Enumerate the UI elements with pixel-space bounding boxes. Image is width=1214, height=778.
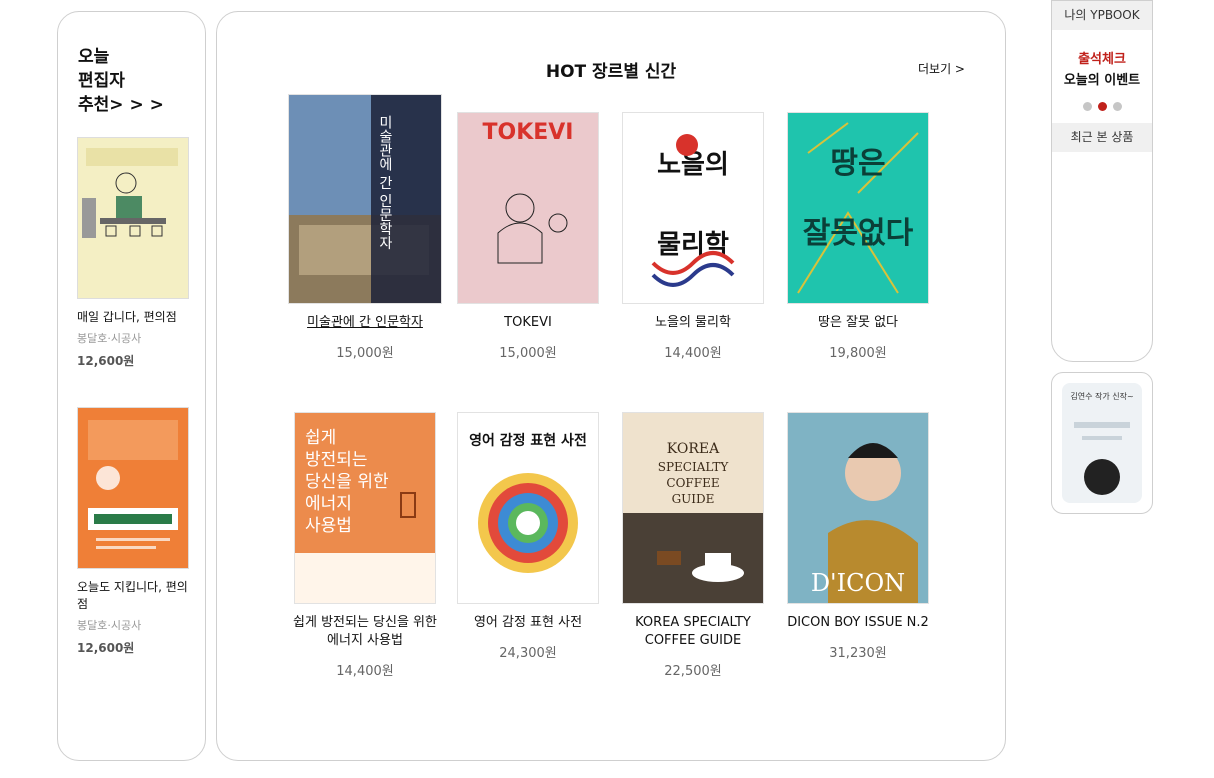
svg-text:땅은: 땅은 bbox=[830, 146, 885, 181]
svg-text:노을의: 노을의 bbox=[657, 150, 729, 180]
book-cover[interactable]: TOKEVI bbox=[457, 112, 599, 304]
pagination-dot[interactable] bbox=[1112, 102, 1122, 111]
ad-text: 김연수 작가 신작~ bbox=[1070, 392, 1134, 401]
book-cover[interactable]: KOREA SPECIALTY COFFEE GUIDE bbox=[622, 412, 764, 604]
book-title[interactable]: KOREA SPECIALTY COFFEE GUIDE bbox=[613, 614, 773, 650]
recently-viewed-link[interactable]: 최근 본 상품 bbox=[1052, 123, 1152, 152]
book-cover-art: KOREA SPECIALTY COFFEE GUIDE bbox=[623, 441, 763, 603]
book-title[interactable]: 땅은 잘못 없다 bbox=[778, 314, 938, 332]
book-item[interactable]: 영어 감정 표현 사전 영어 감정 표현 사전 24,300원 bbox=[448, 394, 608, 661]
svg-text:사용법: 사용법 bbox=[305, 516, 352, 536]
svg-text:KOREA: KOREA bbox=[667, 441, 720, 457]
book-title[interactable]: 미술관에 간 인문학자 bbox=[285, 314, 445, 332]
pagination-dot-active[interactable] bbox=[1097, 102, 1107, 111]
book-cover-art: D'ICON bbox=[811, 443, 918, 603]
book-cover-art bbox=[82, 148, 178, 238]
attendance-check-link[interactable]: 출석체크 bbox=[1052, 48, 1152, 67]
more-link[interactable]: 더보기 > bbox=[918, 60, 965, 77]
book-item[interactable]: 땅은 잘못없다 땅은 잘못 없다 19,800원 bbox=[778, 94, 938, 361]
editor-pick-book[interactable]: 오늘도 지킵니다, 편의점 봉달호·시공사 12,600원 bbox=[77, 407, 189, 656]
book-cover[interactable]: 땅은 잘못없다 bbox=[787, 112, 929, 304]
book-title[interactable]: 영어 감정 표현 사전 bbox=[448, 614, 608, 632]
svg-text:쉽게: 쉽게 bbox=[305, 428, 336, 448]
svg-text:당신을 위한: 당신을 위한 bbox=[305, 472, 389, 492]
book-cover[interactable]: 쉽게 방전되는 당신을 위한 에너지 사용법 bbox=[294, 412, 436, 604]
book-cover[interactable]: D'ICON bbox=[787, 412, 929, 604]
book-price: 24,300원 bbox=[499, 646, 557, 661]
book-cover[interactable]: 노을의 물리학 bbox=[622, 112, 764, 304]
quick-menu: 나의 YPBOOK 출석체크 오늘의 이벤트 최근 본 상품 bbox=[1051, 0, 1153, 362]
book-title[interactable]: 노을의 물리학 bbox=[613, 314, 773, 332]
book-item[interactable]: 미술관에 간 인문학자 미술관에 간 인문학자 15,000원 bbox=[285, 94, 445, 361]
book-item[interactable]: TOKEVI TOKEVI 15,000원 bbox=[448, 94, 608, 361]
book-cover-art: 노을의 물리학 bbox=[651, 134, 735, 287]
svg-text:COFFEE: COFFEE bbox=[666, 476, 719, 490]
svg-text:에너지: 에너지 bbox=[305, 494, 352, 514]
book-title[interactable]: 매일 갑니다, 편의점 bbox=[77, 309, 189, 326]
book-title[interactable]: 오늘도 지킵니다, 편의점 bbox=[77, 579, 189, 613]
book-cover-art: 쉽게 방전되는 당신을 위한 에너지 사용법 bbox=[295, 428, 435, 603]
book-title[interactable]: DICON BOY ISSUE N.2 bbox=[778, 614, 938, 632]
cover-text: TOKEVI bbox=[483, 120, 574, 145]
book-author: 봉달호·시공사 bbox=[77, 332, 142, 345]
svg-text:방전되는: 방전되는 bbox=[305, 450, 368, 470]
my-ypbook-link[interactable]: 나의 YPBOOK bbox=[1052, 1, 1152, 30]
editor-pick-panel: 오늘 편집자 추천> > > 매일 갑니다, 편의점 봉달호·시공사 12,60… bbox=[57, 11, 206, 761]
book-price: 22,500원 bbox=[664, 664, 722, 679]
book-title[interactable]: 쉽게 방전되는 당신을 위한 에너지 사용법 bbox=[285, 614, 445, 650]
pagination-dot[interactable] bbox=[1082, 102, 1092, 111]
book-cover-art bbox=[88, 420, 178, 549]
book-item[interactable]: D'ICON DICON BOY ISSUE N.2 31,230원 bbox=[778, 394, 938, 661]
book-price: 19,800원 bbox=[829, 346, 887, 361]
section-title: HOT 장르별 신간 bbox=[545, 62, 677, 82]
book-cover[interactable] bbox=[77, 137, 189, 299]
book-price: 12,600원 bbox=[77, 354, 135, 368]
book-title[interactable]: TOKEVI bbox=[448, 314, 608, 332]
book-cover-art: 땅은 잘못없다 bbox=[797, 122, 919, 294]
editor-pick-book[interactable]: 매일 갑니다, 편의점 봉달호·시공사 12,600원 bbox=[77, 137, 189, 369]
svg-text:잘못없다: 잘못없다 bbox=[803, 216, 914, 251]
book-cover-art: 영어 감정 표현 사전 bbox=[469, 432, 587, 573]
book-cover[interactable]: 영어 감정 표현 사전 bbox=[457, 412, 599, 604]
hot-new-releases-panel: HOT 장르별 신간 더보기 > 미술관에 간 인문학자 미술관에 간 인문학자… bbox=[216, 11, 1006, 761]
ad-image[interactable]: 김연수 작가 신작~ bbox=[1062, 383, 1142, 503]
book-cover-art: 미술관에 간 인문학자 bbox=[289, 95, 441, 303]
book-price: 14,400원 bbox=[664, 346, 722, 361]
book-item[interactable]: 노을의 물리학 노을의 물리학 14,400원 bbox=[613, 94, 773, 361]
book-item[interactable]: KOREA SPECIALTY COFFEE GUIDE KOREA SPECI… bbox=[613, 394, 773, 679]
book-price: 31,230원 bbox=[829, 646, 887, 661]
svg-text:GUIDE: GUIDE bbox=[672, 492, 715, 506]
svg-text:SPECIALTY: SPECIALTY bbox=[658, 460, 730, 474]
book-author: 봉달호·시공사 bbox=[77, 619, 142, 632]
ad-art bbox=[1074, 422, 1130, 495]
editor-pick-title: 오늘 편집자 추천> > > bbox=[78, 47, 164, 115]
book-price: 15,000원 bbox=[499, 346, 557, 361]
book-cover-art: TOKEVI bbox=[483, 120, 574, 264]
cover-text: 영어 감정 표현 사전 bbox=[469, 432, 587, 449]
book-price: 15,000원 bbox=[336, 346, 394, 361]
todays-event-link[interactable]: 오늘의 이벤트 bbox=[1052, 69, 1152, 88]
cover-text: D'ICON bbox=[811, 569, 905, 597]
event-pagination bbox=[1052, 96, 1152, 115]
book-price: 14,400원 bbox=[336, 664, 394, 679]
book-price: 12,600원 bbox=[77, 641, 135, 655]
book-cover[interactable]: 미술관에 간 인문학자 bbox=[288, 94, 442, 304]
book-item[interactable]: 쉽게 방전되는 당신을 위한 에너지 사용법 쉽게 방전되는 당신을 위한 에너… bbox=[285, 394, 445, 679]
cover-text: 미술관에 간 인문학자 bbox=[377, 115, 393, 250]
book-cover[interactable] bbox=[77, 407, 189, 569]
ad-banner[interactable]: 김연수 작가 신작~ bbox=[1051, 372, 1153, 514]
